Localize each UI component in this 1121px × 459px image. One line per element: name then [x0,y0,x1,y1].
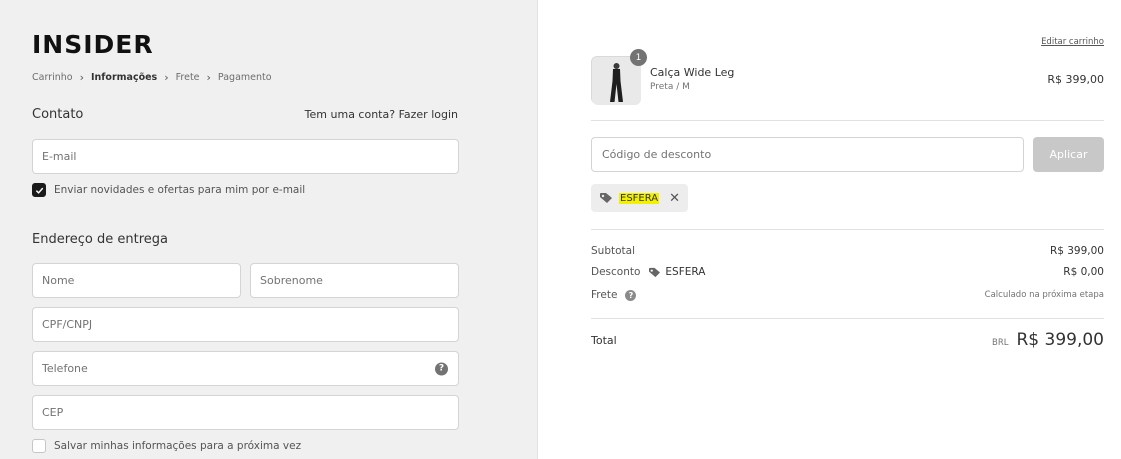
discount-code-placeholder: Código de desconto [602,148,712,161]
close-icon[interactable]: ✕ [669,191,680,206]
product-price: R$ 399,00 [1047,73,1104,86]
first-name-field[interactable]: Nome [32,263,241,298]
contact-title: Contato [32,107,84,122]
shipping-label: Frete [591,289,618,301]
shipping-value: Calculado na próxima etapa [984,290,1104,300]
save-info-label: Salvar minhas informações para a próxima… [54,440,302,452]
checkmark-icon [35,187,43,194]
applied-discount-chip: ESFERA ✕ [591,184,689,212]
discount-row: Desconto ESFERA R$ 0,00 [591,266,1104,278]
phone-placeholder: Telefone [42,362,88,375]
newsletter-label: Enviar novidades e ofertas para mim por … [54,184,306,196]
subtotal-value: R$ 399,00 [1049,245,1104,257]
help-icon[interactable]: ? [435,362,448,375]
last-name-placeholder: Sobrenome [260,274,323,287]
help-icon[interactable]: ? [625,289,637,301]
brand-logo[interactable]: INSIDER [32,30,154,59]
phone-field[interactable]: Telefone ? [32,351,459,386]
login-prompt: Tem uma conta? Fazer login [305,108,458,121]
chevron-right-icon: › [164,71,169,84]
breadcrumb-cart[interactable]: Carrinho [32,72,73,83]
currency-code: BRL [992,338,1009,348]
breadcrumb: Carrinho › Informações › Frete › Pagamen… [32,71,272,84]
discount-label: Desconto [591,266,641,278]
discount-code-input[interactable]: Código de desconto [591,137,1024,172]
login-prompt-text: Tem uma conta? [304,108,396,121]
shipping-address-title: Endereço de entrega [32,232,168,247]
breadcrumb-payment: Pagamento [217,72,272,83]
chevron-right-icon: › [206,71,211,84]
first-name-placeholder: Nome [42,274,75,287]
product-name: Calça Wide Leg [650,66,735,79]
total-value: R$ 399,00 [1016,330,1104,350]
newsletter-option[interactable]: Enviar novidades e ofertas para mim por … [32,183,305,197]
total-row: Total BRL R$ 399,00 [591,330,1104,350]
edit-cart-link[interactable]: Editar carrinho [1041,37,1104,47]
apply-discount-button[interactable]: Aplicar [1033,137,1104,172]
tag-icon [649,267,661,277]
subtotal-row: Subtotal R$ 399,00 [591,245,1104,257]
product-variant: Preta / M [650,82,690,92]
save-info-option[interactable]: Salvar minhas informações para a próxima… [32,439,301,453]
cep-placeholder: CEP [42,406,64,419]
total-amount-group: BRL R$ 399,00 [992,330,1104,350]
email-placeholder: E-mail [42,150,77,163]
tag-icon [600,193,612,203]
discount-code-label: ESFERA [665,266,706,278]
cpf-placeholder: CPF/CNPJ [42,318,93,331]
newsletter-checkbox[interactable] [32,183,46,197]
divider [591,120,1104,121]
email-field[interactable]: E-mail [32,139,459,174]
breadcrumb-shipping: Frete [175,72,200,83]
checkout-form-panel: INSIDER Carrinho › Informações › Frete ›… [0,0,538,459]
subtotal-label: Subtotal [591,245,635,257]
divider [591,229,1104,230]
save-info-checkbox[interactable] [32,439,46,453]
quantity-badge: 1 [630,49,647,66]
order-summary-panel: Editar carrinho 1 Calça Wide Leg Preta /… [538,0,1121,459]
discount-label-group: Desconto ESFERA [591,266,705,278]
breadcrumb-information: Informações [91,72,158,83]
chevron-right-icon: › [79,71,84,84]
shipping-row: Frete ? Calculado na próxima etapa [591,289,1104,301]
total-label: Total [591,333,617,347]
last-name-field[interactable]: Sobrenome [250,263,459,298]
login-link[interactable]: Fazer login [399,108,458,121]
divider [591,318,1104,319]
discount-value: R$ 0,00 [1063,266,1104,278]
product-image: 1 [591,49,647,105]
cpf-field[interactable]: CPF/CNPJ [32,307,459,342]
applied-discount-code: ESFERA [619,192,660,204]
cep-field[interactable]: CEP [32,395,459,430]
shipping-label-group: Frete ? [591,289,637,301]
